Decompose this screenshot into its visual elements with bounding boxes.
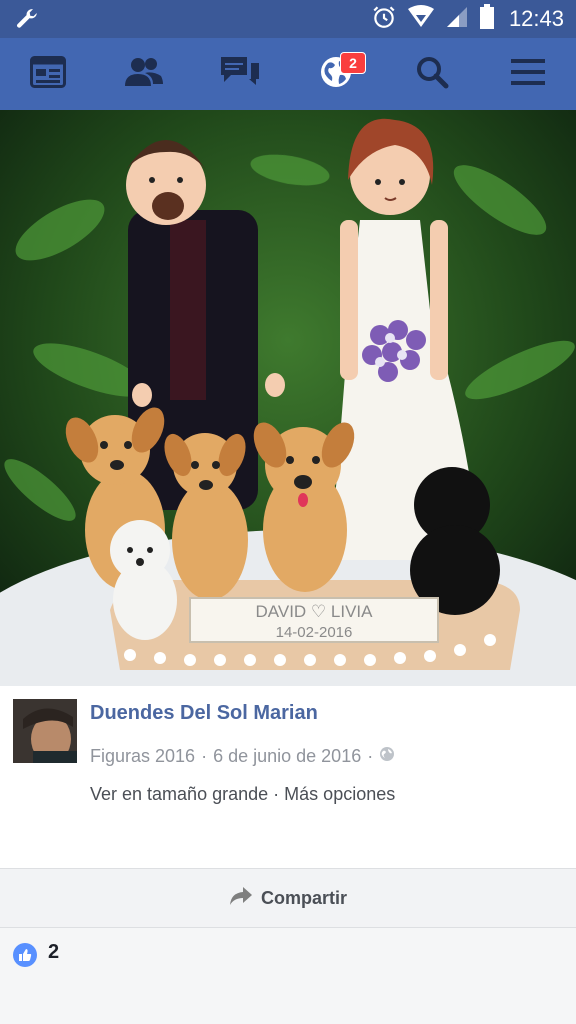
reactions-bar[interactable]: 2 (0, 928, 576, 1024)
share-label: Compartir (260, 887, 347, 908)
hamburger-icon (511, 58, 545, 91)
wrench-icon (14, 6, 40, 37)
plaque-names: DAVID ♡ LIVIA (256, 602, 374, 621)
share-button[interactable]: Compartir (0, 868, 576, 928)
alarm-icon (371, 4, 397, 35)
status-time: 12:43 (508, 6, 564, 31)
messages-icon (219, 55, 261, 94)
meta-separator: · (201, 746, 208, 766)
avatar[interactable] (13, 699, 77, 763)
post-date[interactable]: 6 de junio de 2016 (213, 746, 361, 767)
tab-news-feed[interactable] (0, 38, 96, 110)
tab-friends[interactable] (96, 38, 192, 110)
post-photo[interactable]: DAVID ♡ LIVIA 14-02-2016 (0, 110, 576, 686)
view-large-link[interactable]: Ver en tamaño grande (90, 784, 268, 804)
wedding-cake-topper-image: DAVID ♡ LIVIA 14-02-2016 (0, 110, 576, 686)
tab-menu[interactable] (480, 38, 576, 110)
signal-icon (445, 5, 469, 34)
more-options-link[interactable]: Más opciones (284, 784, 395, 804)
tab-search[interactable] (384, 38, 480, 110)
globe-privacy-icon (379, 746, 395, 767)
like-count: 2 (48, 941, 60, 963)
post-info: Duendes Del Sol Marian Figuras 2016 · 6 … (0, 686, 576, 868)
actions-separator: · (273, 784, 280, 804)
friends-icon (123, 56, 165, 93)
tab-notifications[interactable]: 2 (288, 38, 384, 110)
search-icon (415, 55, 449, 94)
post-actions: Ver en tamaño grande · Más opciones (90, 784, 395, 805)
wifi-icon (407, 4, 435, 34)
nav-bar: 2 (0, 38, 576, 110)
news-feed-icon (30, 55, 66, 93)
album-link[interactable]: Figuras 2016 (90, 746, 195, 767)
meta-separator: · (367, 746, 374, 766)
notification-badge: 2 (340, 52, 366, 74)
battery-icon (479, 3, 495, 35)
status-bar: 12:43 (0, 0, 576, 38)
share-arrow-icon (229, 886, 253, 911)
author-name-link[interactable]: Duendes Del Sol Marian (90, 702, 318, 725)
post-meta: Figuras 2016 · 6 de junio de 2016 · (90, 746, 395, 767)
tab-messages[interactable] (192, 38, 288, 110)
like-icon (13, 943, 37, 967)
plaque-date: 14-02-2016 (276, 624, 353, 641)
